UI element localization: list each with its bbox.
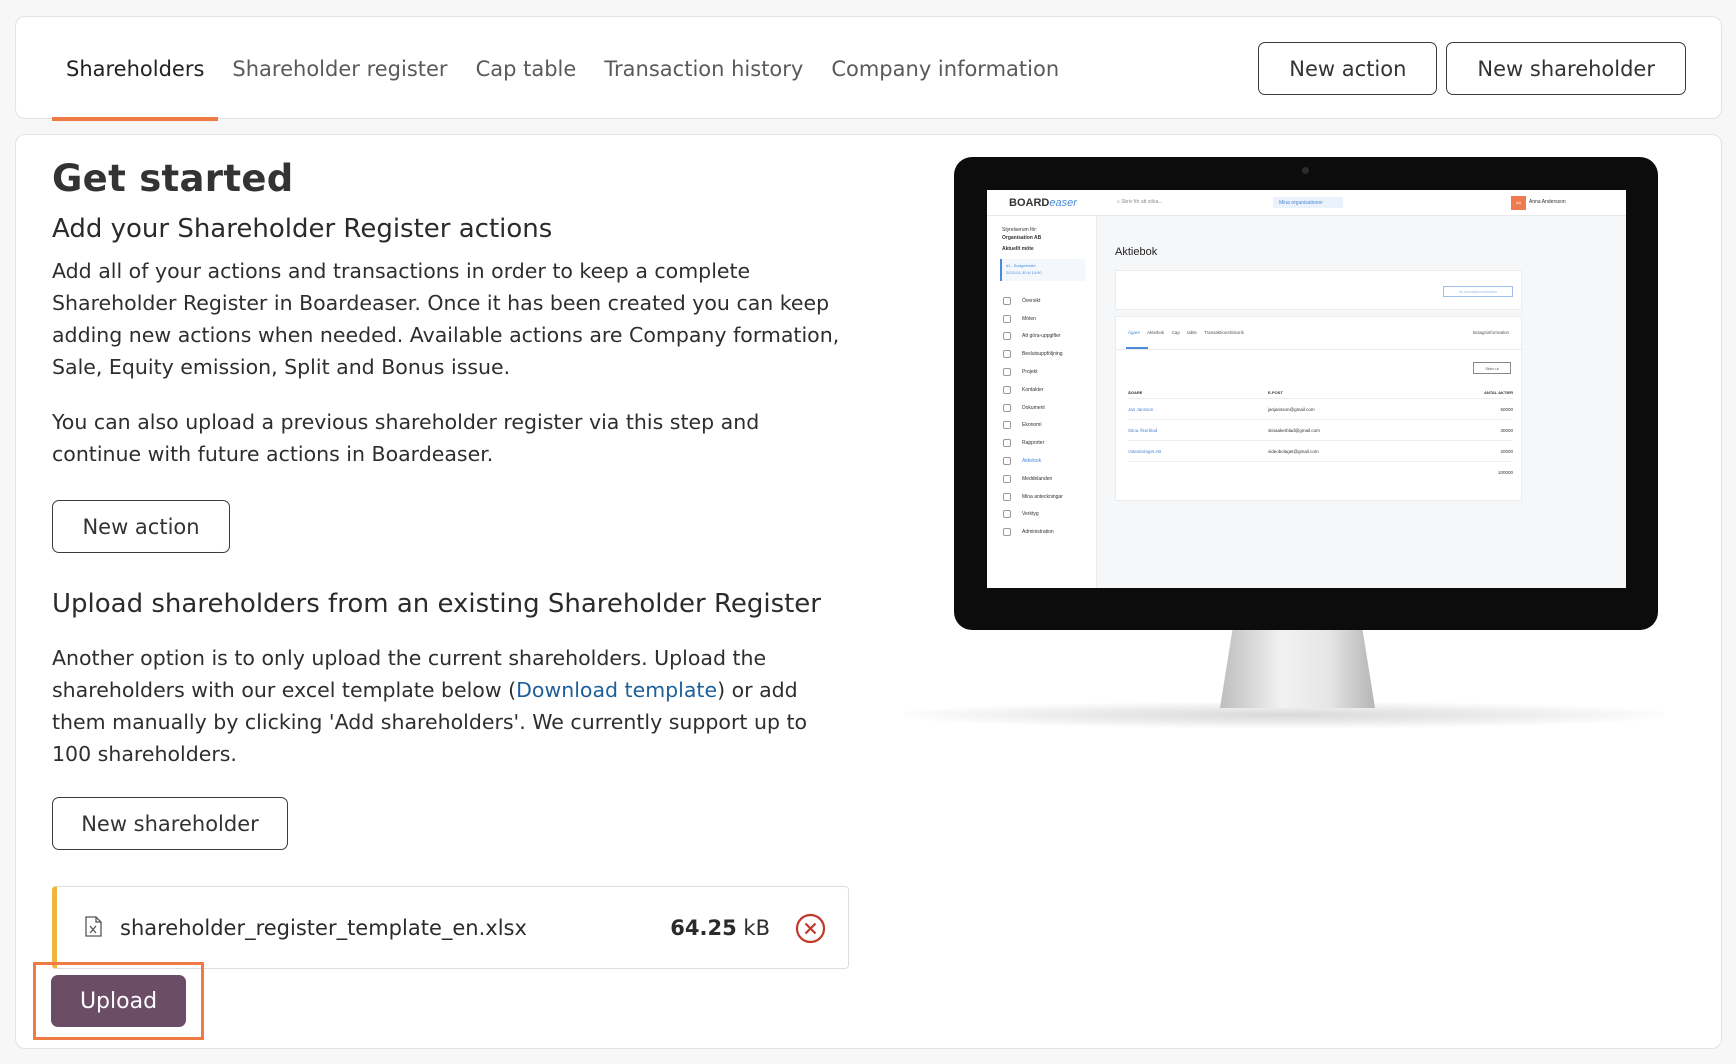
app-cell-email: videobolaget@gmail.com (1268, 448, 1319, 454)
actions-section-heading: Add your Shareholder Register actions (52, 214, 553, 244)
app-cell-name: Videobolaget AB (1128, 448, 1162, 454)
app-cell-shares: 30000 (1500, 427, 1513, 433)
uploaded-file-row: shareholder_register_template_en.xlsx 64… (52, 886, 849, 969)
upload-section-heading: Upload shareholders from an existing Sha… (52, 589, 821, 619)
boardeaser-logo: BOARDeaser (1009, 197, 1077, 209)
app-tab: Aktiebok (1147, 330, 1165, 335)
get-started-card: Get started Add your Shareholder Registe… (15, 134, 1722, 1049)
app-divider (1116, 349, 1523, 350)
tab-transaction-history[interactable]: Transaction history (590, 17, 817, 120)
monitor-illustration: BOARDeaser ⌕ Skriv för att söka... Mina … (894, 157, 1664, 728)
app-nav-item: Meddelanden (1003, 470, 1063, 488)
app-print-button: Skriv ut (1473, 362, 1511, 374)
app-sidebar: Styrelserum för: Organisation AB Aktuellt… (987, 216, 1097, 588)
app-meeting-date: 2023-01-30 kl 14:00 (1006, 270, 1042, 275)
monitor-screen: BOARDeaser ⌕ Skriv för att söka... Mina … (987, 190, 1626, 588)
app-org-name: Organisation AB (1002, 235, 1042, 241)
table-row: Jan Jansson janjansson@gmail.com 50000 (1128, 399, 1513, 420)
header-new-action-button[interactable]: New action (1258, 42, 1438, 95)
app-nav-item: Administration (1003, 523, 1063, 541)
app-nav-item: Dokument (1003, 399, 1063, 417)
app-cell-email: janjansson@gmail.com (1268, 406, 1315, 412)
app-cell-name: Stina Åkerblad (1128, 427, 1158, 433)
app-nav-item: Aktiebok (1003, 452, 1063, 470)
avatar-initials: AA (1515, 200, 1522, 205)
tab-company-information[interactable]: Company information (817, 17, 1073, 120)
app-meeting-heading: Aktuellt möte (1002, 246, 1034, 252)
app-nav-item: Beslutsuppföljning (1003, 345, 1063, 363)
app-topbar: BOARDeaser ⌕ Skriv för att söka... Mina … (987, 190, 1626, 216)
monitor-bezel: BOARDeaser ⌕ Skriv för att söka... Mina … (954, 157, 1658, 630)
tab-shareholder-register[interactable]: Shareholder register (218, 17, 461, 120)
excel-file-icon (85, 916, 102, 941)
app-tabs: Ägare Aktiebok Cap table Transaktionshis… (1128, 330, 1244, 335)
app-table-total: 100000 (1497, 470, 1513, 475)
app-search: ⌕ Skriv för att söka... (1117, 199, 1163, 205)
webcam-icon (1302, 167, 1309, 174)
app-tab: Transaktionshistorik (1204, 330, 1244, 335)
app-nav: Översikt Möten Att göra-uppgifter Beslut… (1003, 292, 1063, 541)
app-tab: Cap table (1171, 330, 1197, 335)
app-cell-name: Jan Jansson (1128, 406, 1154, 412)
page-title: Get started (52, 157, 294, 200)
app-org-caption: Styrelserum för: (1002, 227, 1038, 233)
app-col-header: ANTAL AKTIER (1483, 390, 1513, 395)
app-nav-item: Mina anteckningar (1003, 488, 1063, 506)
app-cell-shares: 50000 (1500, 406, 1513, 412)
file-name: shareholder_register_template_en.xlsx (120, 915, 527, 940)
app-nav-item: Rapporter (1003, 434, 1063, 452)
top-navigation-bar: Shareholders Shareholder register Cap ta… (15, 16, 1722, 121)
table-row: Stina Åkerblad stinaakerblad@gmail.com 3… (1128, 420, 1513, 441)
app-nav-item: Ekonomi (1003, 417, 1063, 435)
app-cell-shares: 20000 (1500, 448, 1513, 454)
logo-bold: BOARD (1009, 197, 1050, 209)
app-nav-item: Verktyg (1003, 506, 1063, 524)
monitor-stand (1220, 630, 1375, 708)
file-size: 64.25 kB (670, 916, 770, 940)
app-page-title: Aktiebok (1115, 246, 1158, 258)
app-nav-item: Projekt (1003, 363, 1063, 381)
download-template-link[interactable]: Download template (516, 678, 717, 702)
tab-cap-table[interactable]: Cap table (462, 17, 591, 120)
remove-file-icon[interactable] (795, 913, 826, 948)
app-tab: Ägare (1128, 330, 1141, 335)
header-actions: New action New shareholder (1258, 42, 1686, 95)
app-shareholder-table: ÄGARE E-POST ANTAL AKTIER Jan Jansson ja… (1128, 387, 1513, 483)
tab-list: Shareholders Shareholder register Cap ta… (52, 17, 1073, 121)
app-action-card: Ny transaktionshändelse (1115, 270, 1522, 310)
upload-register-description: You can also upload a previous sharehold… (52, 410, 760, 466)
app-search-placeholder: Skriv för att söka... (1121, 199, 1163, 205)
app-new-transaction-button: Ny transaktionshändelse (1443, 286, 1513, 297)
header-new-shareholder-button[interactable]: New shareholder (1446, 42, 1686, 95)
actions-description: Add all of your actions and transactions… (52, 259, 840, 379)
app-nav-item: Översikt (1003, 292, 1063, 310)
app-cell-email: stinaakerblad@gmail.com (1268, 427, 1320, 433)
upload-highlight: Upload (33, 962, 204, 1040)
app-orgs: Mina organisationer (1273, 197, 1343, 208)
logo-italic: easer (1049, 197, 1077, 209)
app-table-header: ÄGARE E-POST ANTAL AKTIER (1128, 387, 1513, 399)
file-size-value: 64.25 (670, 915, 737, 940)
app-user-name: Anna Andersson (1529, 199, 1566, 205)
app-nav-item: Möten (1003, 310, 1063, 328)
upload-button[interactable]: Upload (51, 975, 186, 1027)
tab-shareholders[interactable]: Shareholders (52, 17, 219, 121)
table-row: Videobolaget AB videobolaget@gmail.com 2… (1128, 441, 1513, 462)
app-meeting-name: #1 - Budgetmöte (1006, 263, 1036, 268)
app-meeting-box: #1 - Budgetmöte 2023-01-30 kl 14:00 (1000, 259, 1085, 281)
new-action-button[interactable]: New action (52, 500, 230, 553)
file-size-unit: kB (743, 915, 770, 940)
upload-shareholders-description: Another option is to only upload the cur… (52, 642, 842, 770)
avatar: AA (1511, 196, 1526, 210)
app-nav-item: Att göra-uppgifter (1003, 328, 1063, 346)
app-org: Styrelserum för: Organisation AB (1002, 226, 1041, 242)
app-nav-item: Kontakter (1003, 381, 1063, 399)
app-table-card: Ägare Aktiebok Cap table Transaktionshis… (1115, 316, 1523, 501)
get-started-content: Get started Add your Shareholder Registe… (52, 157, 849, 969)
app-col-header: E-POST (1268, 390, 1283, 395)
app-tab-right: Bolagsinformation (1472, 330, 1509, 335)
app-main: Aktiebok Ny transaktionshändelse Ägare A… (1097, 216, 1626, 588)
new-shareholder-button[interactable]: New shareholder (52, 797, 288, 850)
app-col-header: ÄGARE (1128, 390, 1143, 395)
